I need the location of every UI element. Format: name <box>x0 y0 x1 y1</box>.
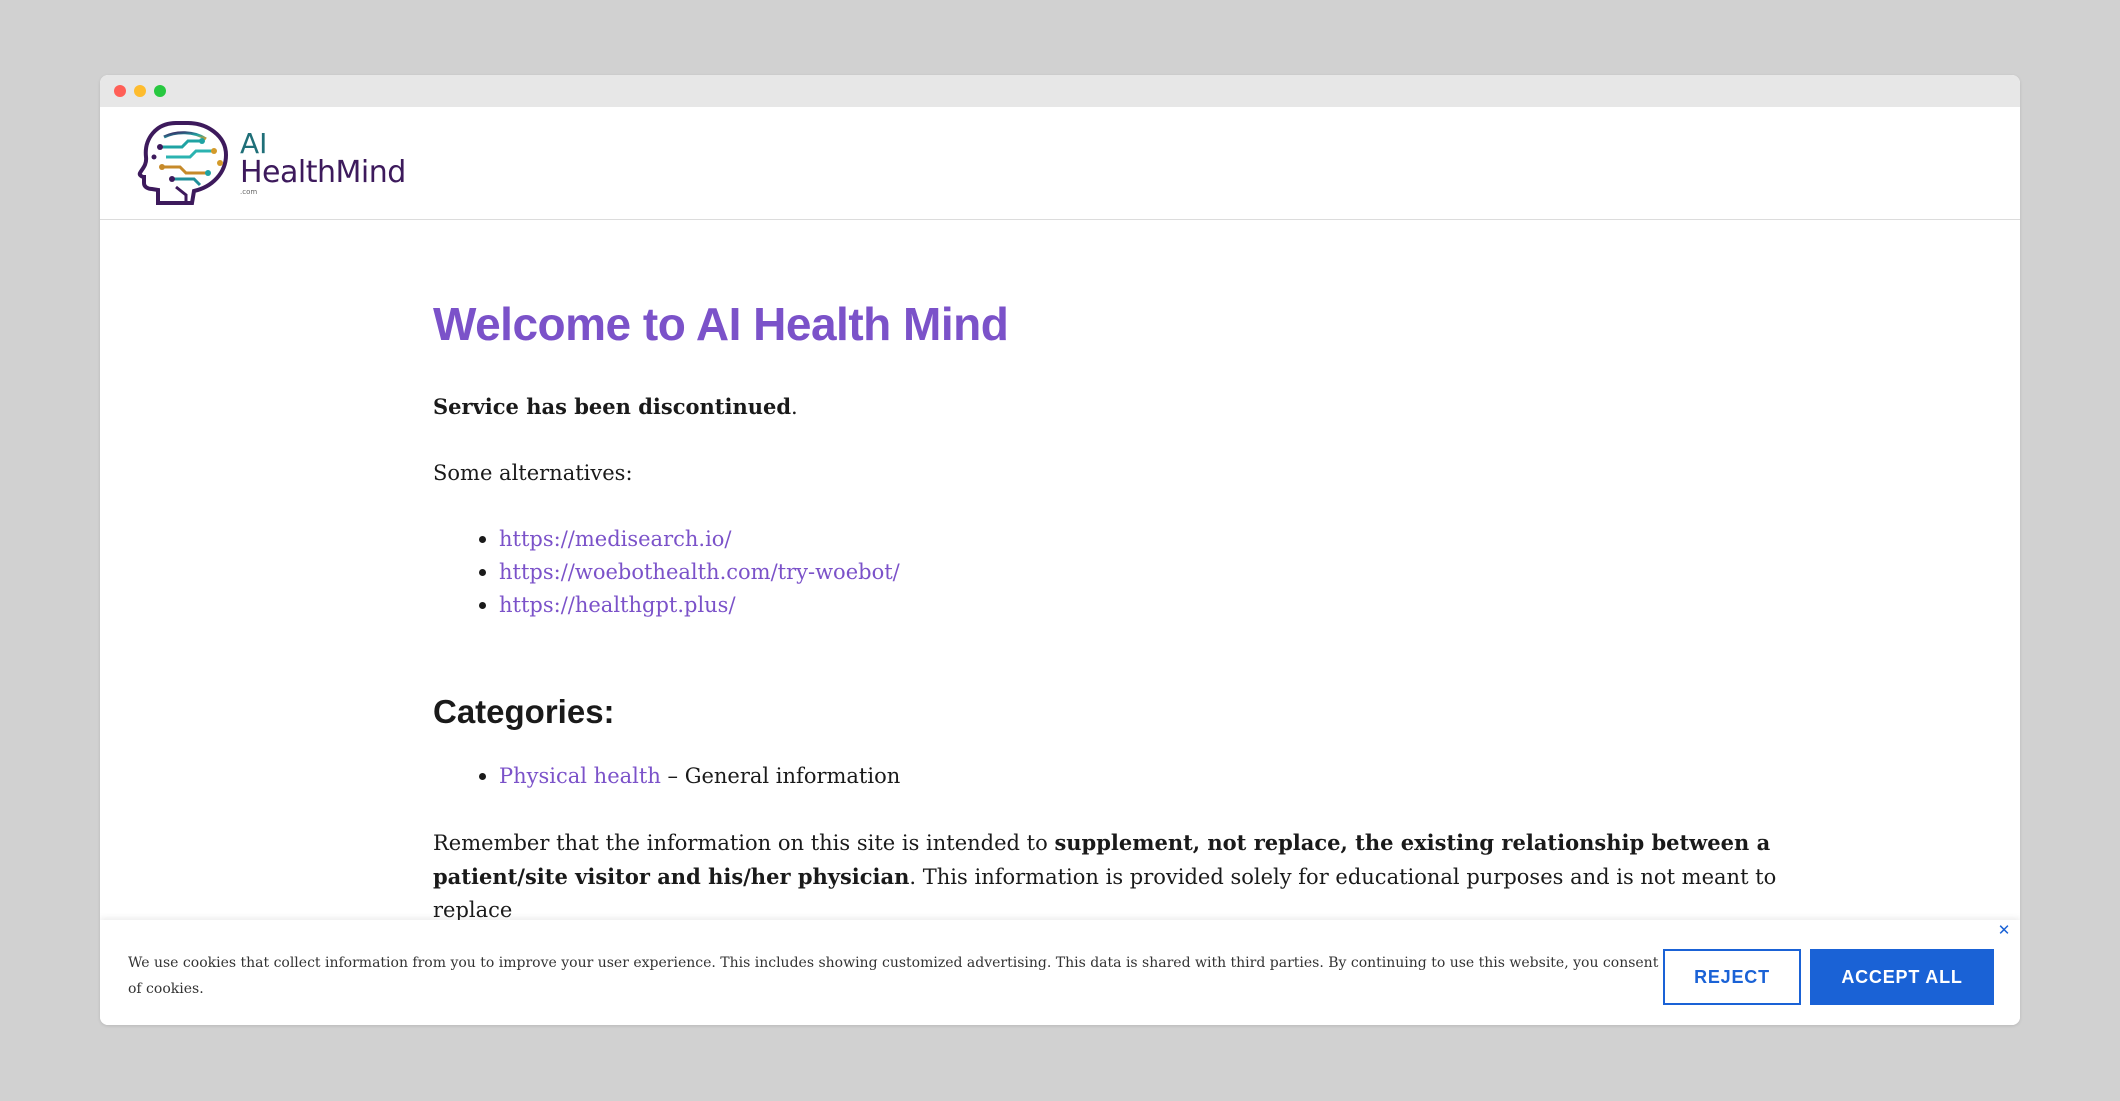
cookie-consent-text: We use cookies that collect information … <box>128 955 1735 997</box>
alternative-link-healthgpt[interactable]: https://healthgpt.plus/ <box>499 593 736 617</box>
list-item: https://medisearch.io/ <box>433 523 1813 556</box>
logo-name-text: HealthMind <box>240 155 406 190</box>
close-window-icon[interactable] <box>114 85 126 97</box>
discontinued-tail: . <box>791 395 798 420</box>
brain-head-logo-icon <box>137 121 229 205</box>
minimize-window-icon[interactable] <box>134 85 146 97</box>
discontinued-bold: Service has been discontinued <box>433 394 792 420</box>
site-logo[interactable]: AI HealthMind .com <box>136 117 406 209</box>
window-titlebar <box>100 75 2020 107</box>
accept-all-cookies-button[interactable]: ACCEPT ALL <box>1810 949 1994 1005</box>
browser-window: AI HealthMind .com Welcome to AI Health … <box>100 75 2020 1025</box>
discontinued-notice: Service has been discontinued. <box>433 390 1813 424</box>
cookie-consent-bar: ✕ We use cookies that collect informatio… <box>100 920 2020 1025</box>
alternative-link-woebot[interactable]: https://woebothealth.com/try-woebot/ <box>499 560 900 584</box>
logo-wordmark: AI HealthMind .com <box>240 130 406 196</box>
category-link-physical-health[interactable]: Physical health <box>499 764 661 788</box>
site-header: AI HealthMind .com <box>100 107 2020 220</box>
maximize-window-icon[interactable] <box>154 85 166 97</box>
disclaimer-text-1: Remember that the information on this si… <box>433 830 1055 855</box>
page-title: Welcome to AI Health Mind <box>433 298 1009 350</box>
alternatives-list: https://medisearch.io/ https://woebothea… <box>433 523 1813 622</box>
categories-heading: Categories: <box>433 693 615 731</box>
categories-list: Physical health – General information <box>433 760 1813 793</box>
alternative-link-medisearch[interactable]: https://medisearch.io/ <box>499 527 732 551</box>
reject-cookies-button[interactable]: REJECT <box>1663 949 1801 1005</box>
logo-ai-text: AI <box>240 127 268 160</box>
alternatives-intro: Some alternatives: <box>433 461 633 486</box>
main-content: Welcome to AI Health Mind Service has be… <box>433 297 1813 927</box>
disclaimer-paragraph: Remember that the information on this si… <box>433 826 1813 927</box>
logo-domain-text: .com <box>240 188 258 196</box>
list-item: Physical health – General information <box>433 760 1813 793</box>
list-item: https://woebothealth.com/try-woebot/ <box>433 556 1813 589</box>
close-icon[interactable]: ✕ <box>1996 922 2012 938</box>
category-description: – General information <box>660 763 901 788</box>
list-item: https://healthgpt.plus/ <box>433 589 1813 622</box>
